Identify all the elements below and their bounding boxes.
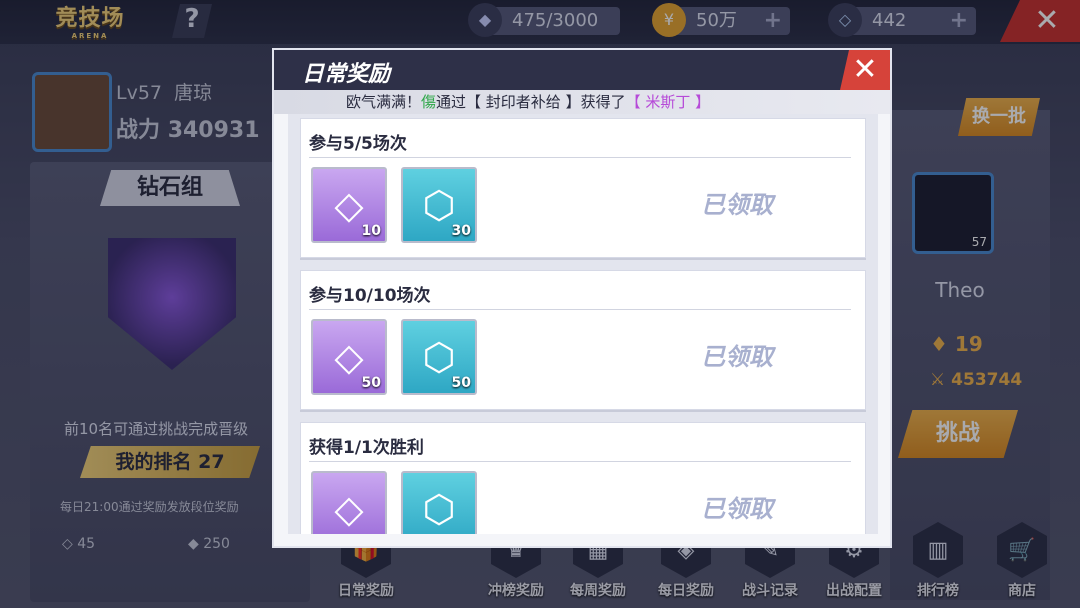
task-label: 获得1/1次胜利 [309, 438, 424, 458]
announcement-marquee: 欧气满满！傷通过【 封印者补给 】获得了【 米斯丁 】 [274, 90, 890, 114]
reward-token-item[interactable]: ⬡ 30 [401, 167, 477, 243]
claimed-status: 已领取 [701, 343, 773, 371]
task-row: 参与10/10场次 ◇ 50 ⬡ 50 已领取 [300, 270, 866, 410]
task-row: 参与5/5场次 ◇ 10 ⬡ 30 已领取 [300, 118, 866, 258]
task-divider [309, 157, 851, 158]
reward-gem-item[interactable]: ◇ 50 [311, 319, 387, 395]
task-label: 参与5/5场次 [309, 134, 407, 154]
task-divider [309, 309, 851, 310]
task-label: 参与10/10场次 [309, 286, 431, 306]
gem-icon: ◇ [334, 487, 364, 531]
task-row: 获得1/1次胜利 ◇ ⬡ 已领取 [300, 422, 866, 534]
task-divider [309, 461, 851, 462]
modal-title: 日常奖励 [302, 62, 391, 87]
claimed-status: 已领取 [701, 495, 773, 523]
reward-token-item[interactable]: ⬡ 50 [401, 319, 477, 395]
reward-gem-item[interactable]: ◇ [311, 471, 387, 534]
reward-task-list[interactable]: 参与5/5场次 ◇ 10 ⬡ 30 已领取 参与10/10场次 ◇ 50 ⬡ 50 已领… [288, 114, 878, 534]
daily-rewards-modal: 日常奖励 ✕ 欧气满满！傷通过【 封印者补给 】获得了【 米斯丁 】 参与5/5… [272, 48, 892, 548]
reward-token-item[interactable]: ⬡ [401, 471, 477, 534]
claimed-status: 已领取 [701, 191, 773, 219]
sword-token-icon: ⬡ [422, 487, 456, 531]
reward-gem-item[interactable]: ◇ 10 [311, 167, 387, 243]
